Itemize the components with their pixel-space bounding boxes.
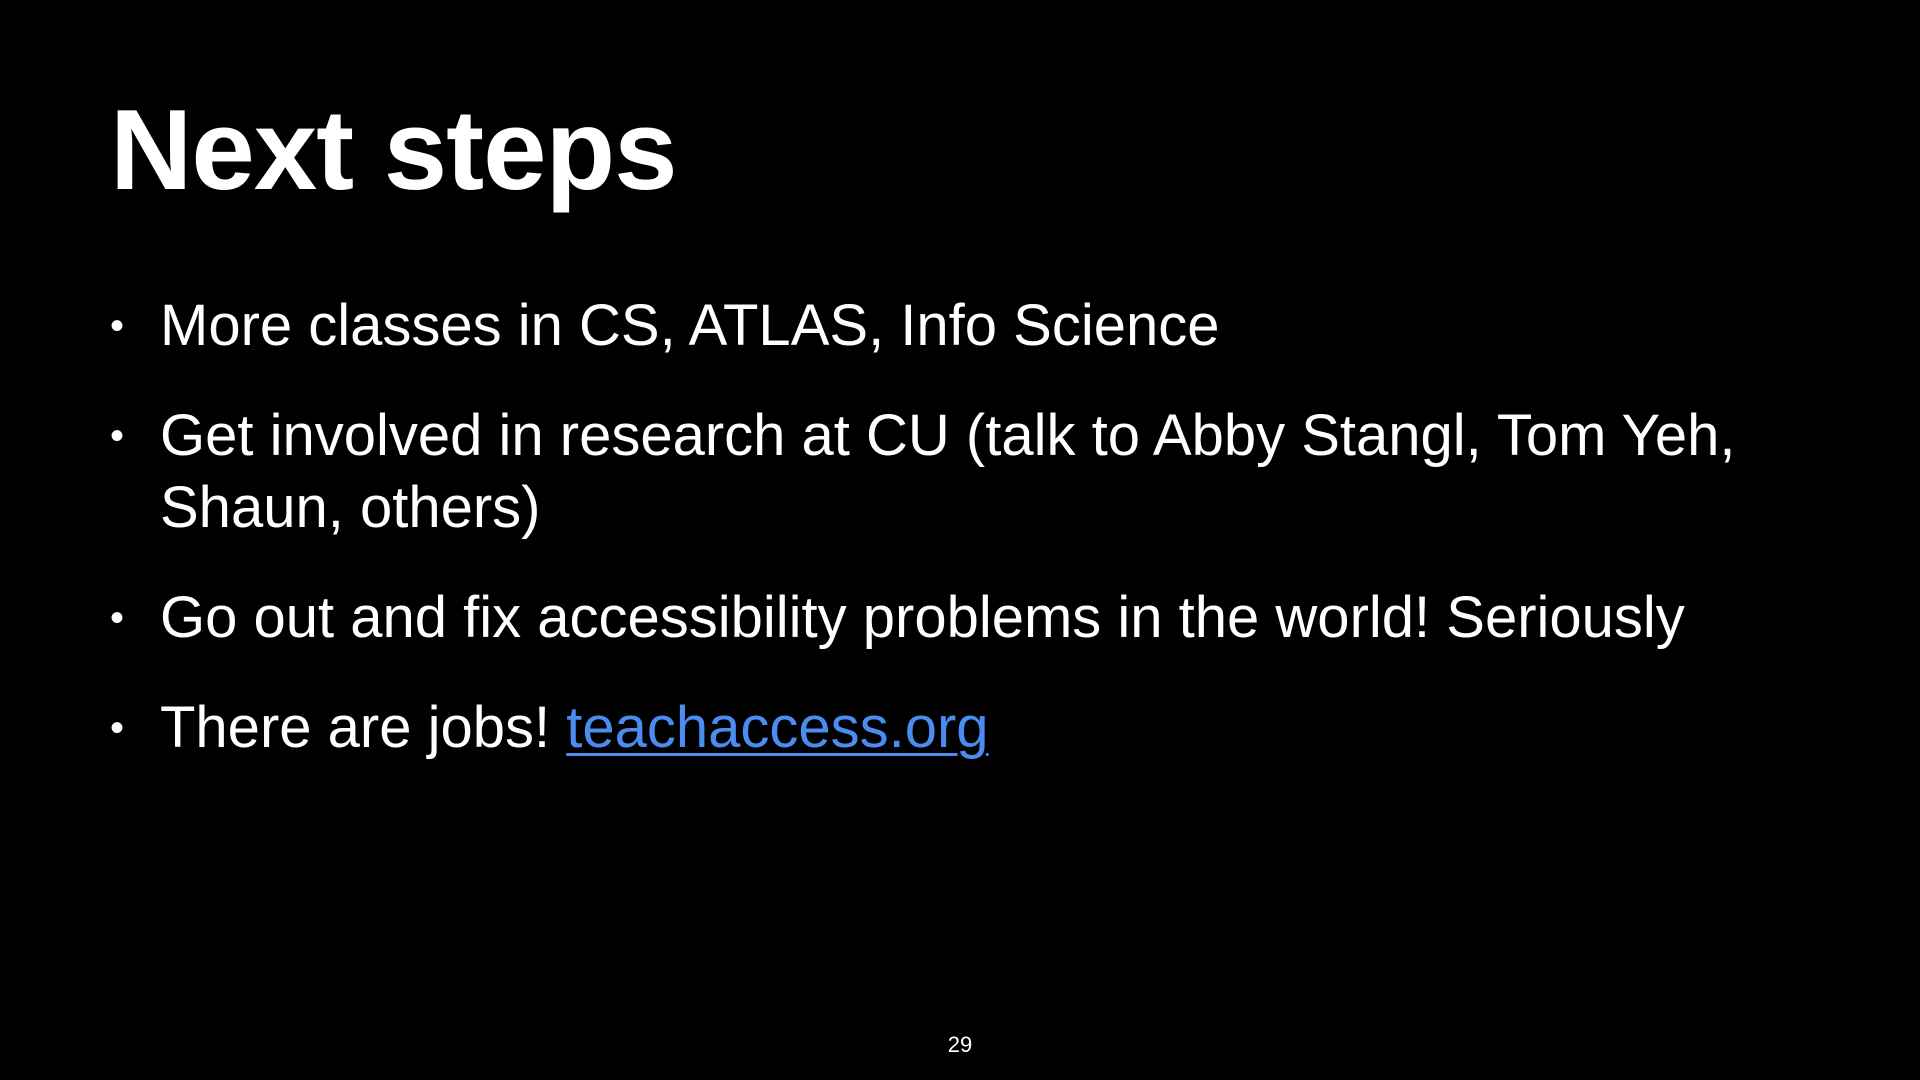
teachaccess-link[interactable]: teachaccess.org [566, 695, 988, 760]
bullet-text: There are jobs! [160, 695, 567, 760]
bullet-icon: • [110, 706, 125, 750]
bullet-item: • Go out and fix accessibility problems … [110, 582, 1830, 654]
bullet-icon: • [110, 596, 125, 640]
bullet-text: Get involved in research at CU (talk to … [160, 403, 1736, 540]
slide-title: Next steps [110, 87, 678, 214]
bullet-item: • There are jobs! teachaccess.org [110, 692, 1830, 764]
bullet-text-with-link: There are jobs! teachaccess.org [160, 692, 989, 764]
bullet-item: • Get involved in research at CU (talk t… [110, 400, 1830, 544]
bullet-text: Go out and fix accessibility problems in… [160, 585, 1685, 650]
bullet-icon: • [110, 304, 125, 348]
bullet-icon: • [110, 414, 125, 458]
bullet-text: More classes in CS, ATLAS, Info Science [160, 293, 1220, 358]
bullet-list: • More classes in CS, ATLAS, Info Scienc… [110, 290, 1830, 802]
slide: Next steps • More classes in CS, ATLAS, … [0, 0, 1920, 1080]
page-number: 29 [947, 1032, 973, 1057]
bullet-item: • More classes in CS, ATLAS, Info Scienc… [110, 290, 1830, 362]
